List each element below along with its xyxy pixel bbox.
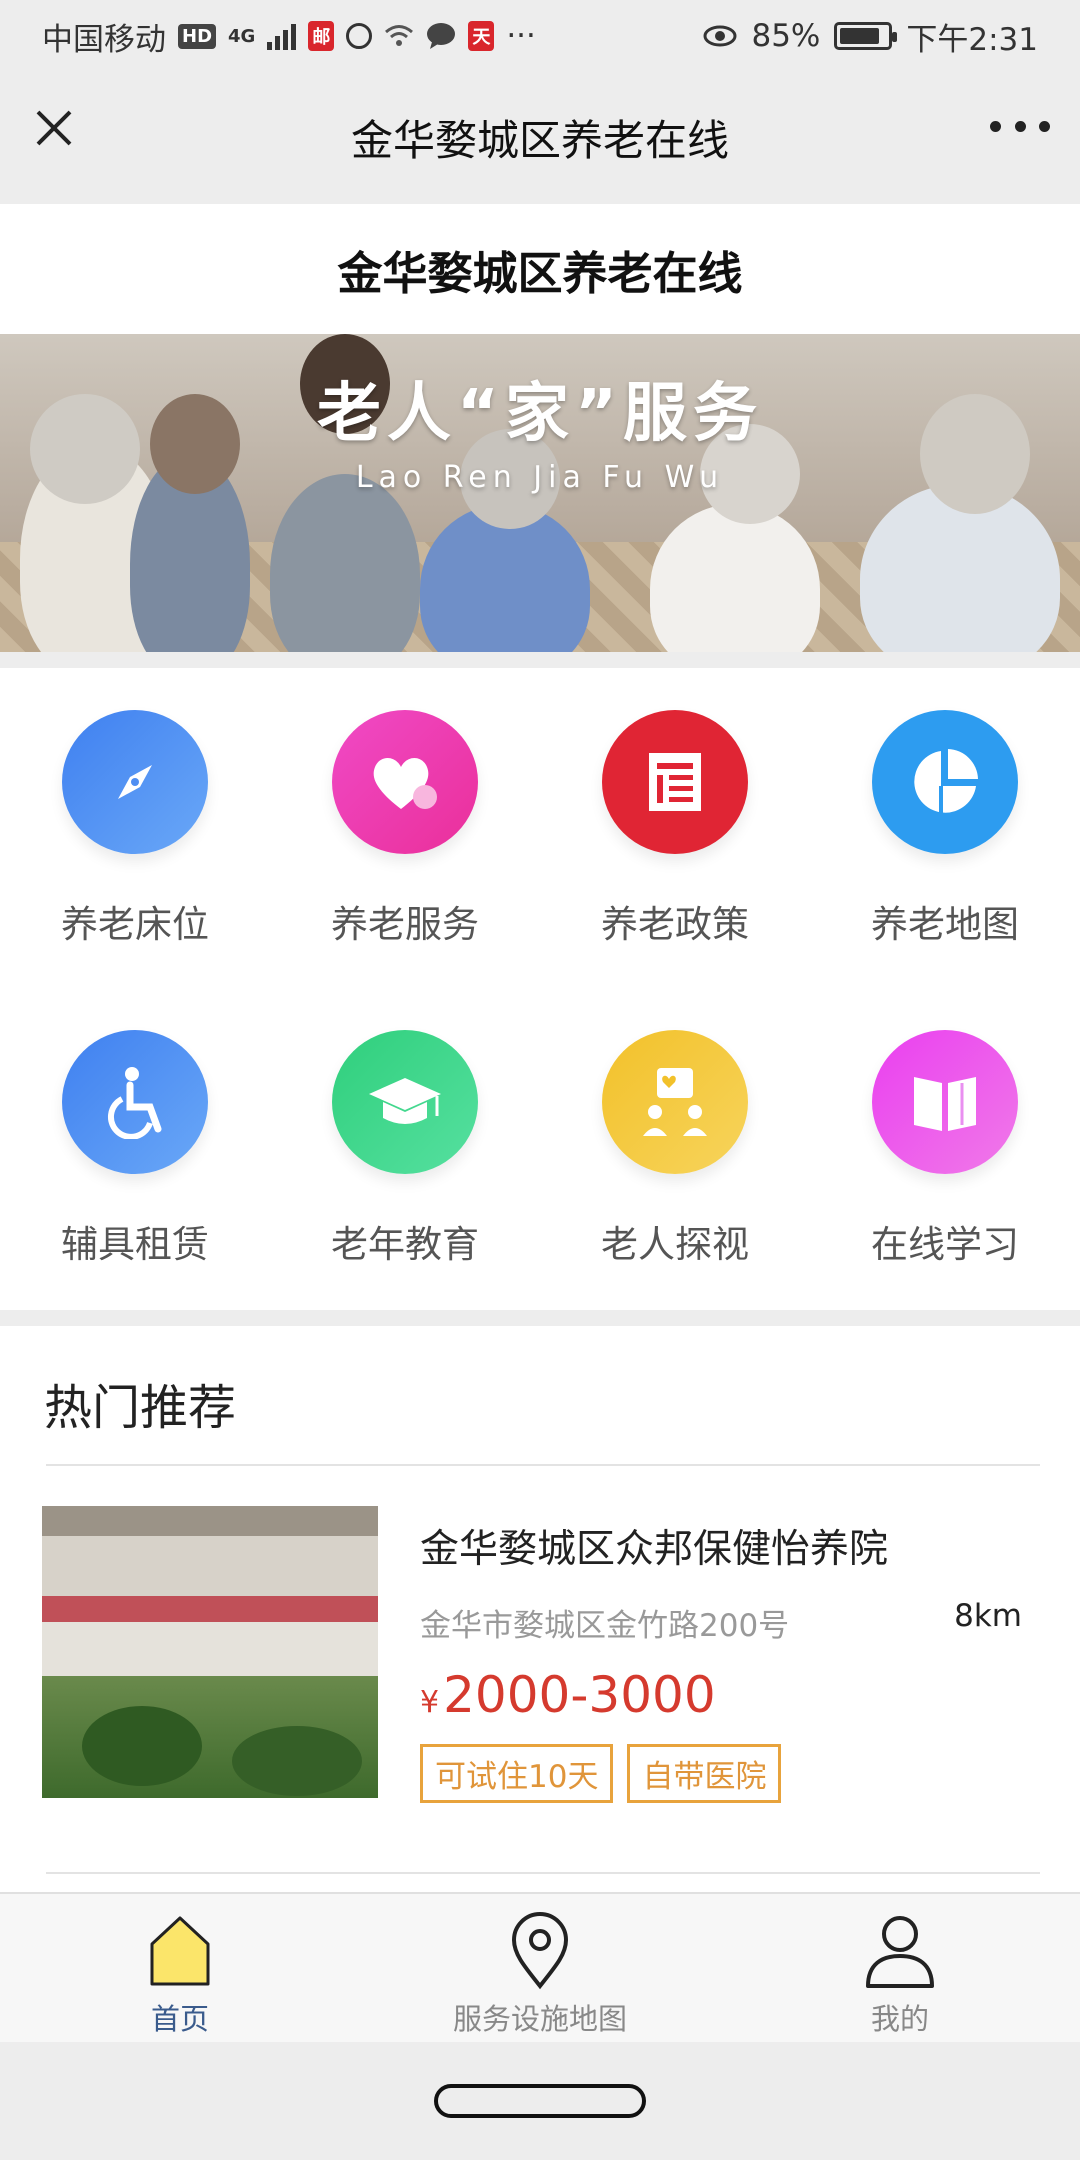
grid-item-visit[interactable]: 老人探视 xyxy=(540,988,810,1268)
tab-label: 首页 xyxy=(150,2002,209,2036)
hd-badge: HD xyxy=(178,23,217,49)
battery-fill xyxy=(840,28,880,44)
status-bar: 中国移动 HD 4G 邮 天 ··· 85% 下午2:31 xyxy=(0,0,1080,72)
facility-name[interactable]: 金华婺城区众邦保健怡养院 xyxy=(420,1518,888,1574)
page-header: 金华婺城区养老在线 xyxy=(0,204,1080,334)
grid-item-services[interactable]: 养老服务 xyxy=(270,668,540,948)
tab-label: 服务设施地图 xyxy=(452,2002,627,2036)
recommendation-section: 热门推荐 金华婺城区众邦保健怡养院 金华市婺城区金竹路200号 8km ¥ 20… xyxy=(0,1326,1080,1896)
eye-icon xyxy=(703,25,737,47)
close-icon[interactable] xyxy=(30,104,78,152)
page-title: 金华婺城区养老在线 xyxy=(337,246,743,300)
wheelchair-icon xyxy=(62,1030,208,1174)
grid-label: 老年教育 xyxy=(331,1223,479,1266)
grid-label: 养老政策 xyxy=(601,903,749,946)
location-pin-icon xyxy=(511,1912,569,1990)
document-icon xyxy=(602,710,748,854)
more-icon[interactable] xyxy=(990,108,1050,144)
banner-subtitle: Lao Ren Jia Fu Wu xyxy=(355,460,725,495)
banner-person xyxy=(650,504,820,652)
nav-title: 金华婺城区养老在线 xyxy=(350,115,729,165)
grid-item-learning[interactable]: 在线学习 xyxy=(810,988,1080,1268)
clock: 下午2:31 xyxy=(906,21,1038,58)
facility-distance: 8km xyxy=(954,1598,1022,1634)
facility-price: ¥ 2000-3000 xyxy=(420,1666,716,1724)
grid-label: 养老床位 xyxy=(61,903,209,946)
grid-item-map[interactable]: 养老地图 xyxy=(810,668,1080,948)
facility-image[interactable] xyxy=(42,1506,378,1798)
wifi-icon xyxy=(385,25,414,46)
grid-item-aids[interactable]: 辅具租赁 xyxy=(0,988,270,1268)
divider xyxy=(46,1872,1040,1874)
grid-item-education[interactable]: 老年教育 xyxy=(270,988,540,1268)
more-notifications-icon: ··· xyxy=(506,18,536,54)
recommendation-heading: 热门推荐 xyxy=(44,1380,237,1436)
facility-address: 金华市婺城区金竹路200号 xyxy=(420,1608,790,1644)
status-left: 中国移动 HD 4G 邮 天 ··· xyxy=(42,14,536,59)
price-value: 2000-3000 xyxy=(443,1666,716,1724)
grid-label: 养老地图 xyxy=(871,903,1019,946)
tab-label: 我的 xyxy=(870,2002,929,2036)
book-icon xyxy=(872,1030,1018,1174)
signal-icon xyxy=(267,22,297,50)
user-icon xyxy=(866,1916,934,1988)
facility-tags: 可试住10天 自带医院 xyxy=(420,1744,782,1803)
banner[interactable]: 老人“家”服务 Lao Ren Jia Fu Wu xyxy=(0,334,1080,652)
nav-bar: 金华婺城区养老在线 xyxy=(0,72,1080,202)
system-nav-bar xyxy=(0,2042,1080,2160)
grid-item-beds[interactable]: 养老床位 xyxy=(0,668,270,948)
tab-facility-map[interactable]: 服务设施地图 xyxy=(360,1894,720,2042)
carrier-label: 中国移动 xyxy=(42,21,166,58)
grid-label: 在线学习 xyxy=(871,1223,1019,1266)
status-right: 85% 下午2:31 xyxy=(703,14,1038,59)
tab-mine[interactable]: 我的 xyxy=(720,1894,1080,2042)
heart-icon xyxy=(332,710,478,854)
battery-percent: 85% xyxy=(751,18,821,54)
grid-label: 老人探视 xyxy=(601,1223,749,1266)
banner-text: 老人“家”服务 Lao Ren Jia Fu Wu xyxy=(0,362,1080,495)
tab-home[interactable]: 首页 xyxy=(0,1894,360,2042)
grid-item-policy[interactable]: 养老政策 xyxy=(540,668,810,948)
service-grid: 养老床位 养老服务 养老政策 养老地图 辅具租赁 老年教育 老人探视 在线学习 xyxy=(0,668,1080,1310)
network-label: 4G xyxy=(228,25,256,47)
home-icon xyxy=(150,1916,210,1986)
home-gesture-bar[interactable] xyxy=(434,2084,646,2118)
battery-icon xyxy=(834,22,898,50)
tab-bar: 首页 服务设施地图 我的 xyxy=(0,1892,1080,2042)
facility-tag: 可试住10天 xyxy=(420,1744,614,1803)
shop-app-icon: 天 xyxy=(468,21,495,51)
facility-tag: 自带医院 xyxy=(627,1744,782,1803)
graduation-cap-icon xyxy=(332,1030,478,1174)
mail-app-icon: 邮 xyxy=(308,21,335,51)
grid-label: 养老服务 xyxy=(331,903,479,946)
divider xyxy=(46,1464,1040,1466)
visit-icon xyxy=(602,1030,748,1174)
banner-person xyxy=(270,474,420,652)
notification-icon xyxy=(346,23,373,49)
pie-chart-icon xyxy=(872,710,1018,854)
banner-title: 老人“家”服务 xyxy=(316,377,764,451)
price-currency: ¥ xyxy=(420,1685,440,1720)
grid-label: 辅具租赁 xyxy=(61,1223,209,1266)
message-icon xyxy=(427,23,456,49)
compass-icon xyxy=(62,710,208,854)
